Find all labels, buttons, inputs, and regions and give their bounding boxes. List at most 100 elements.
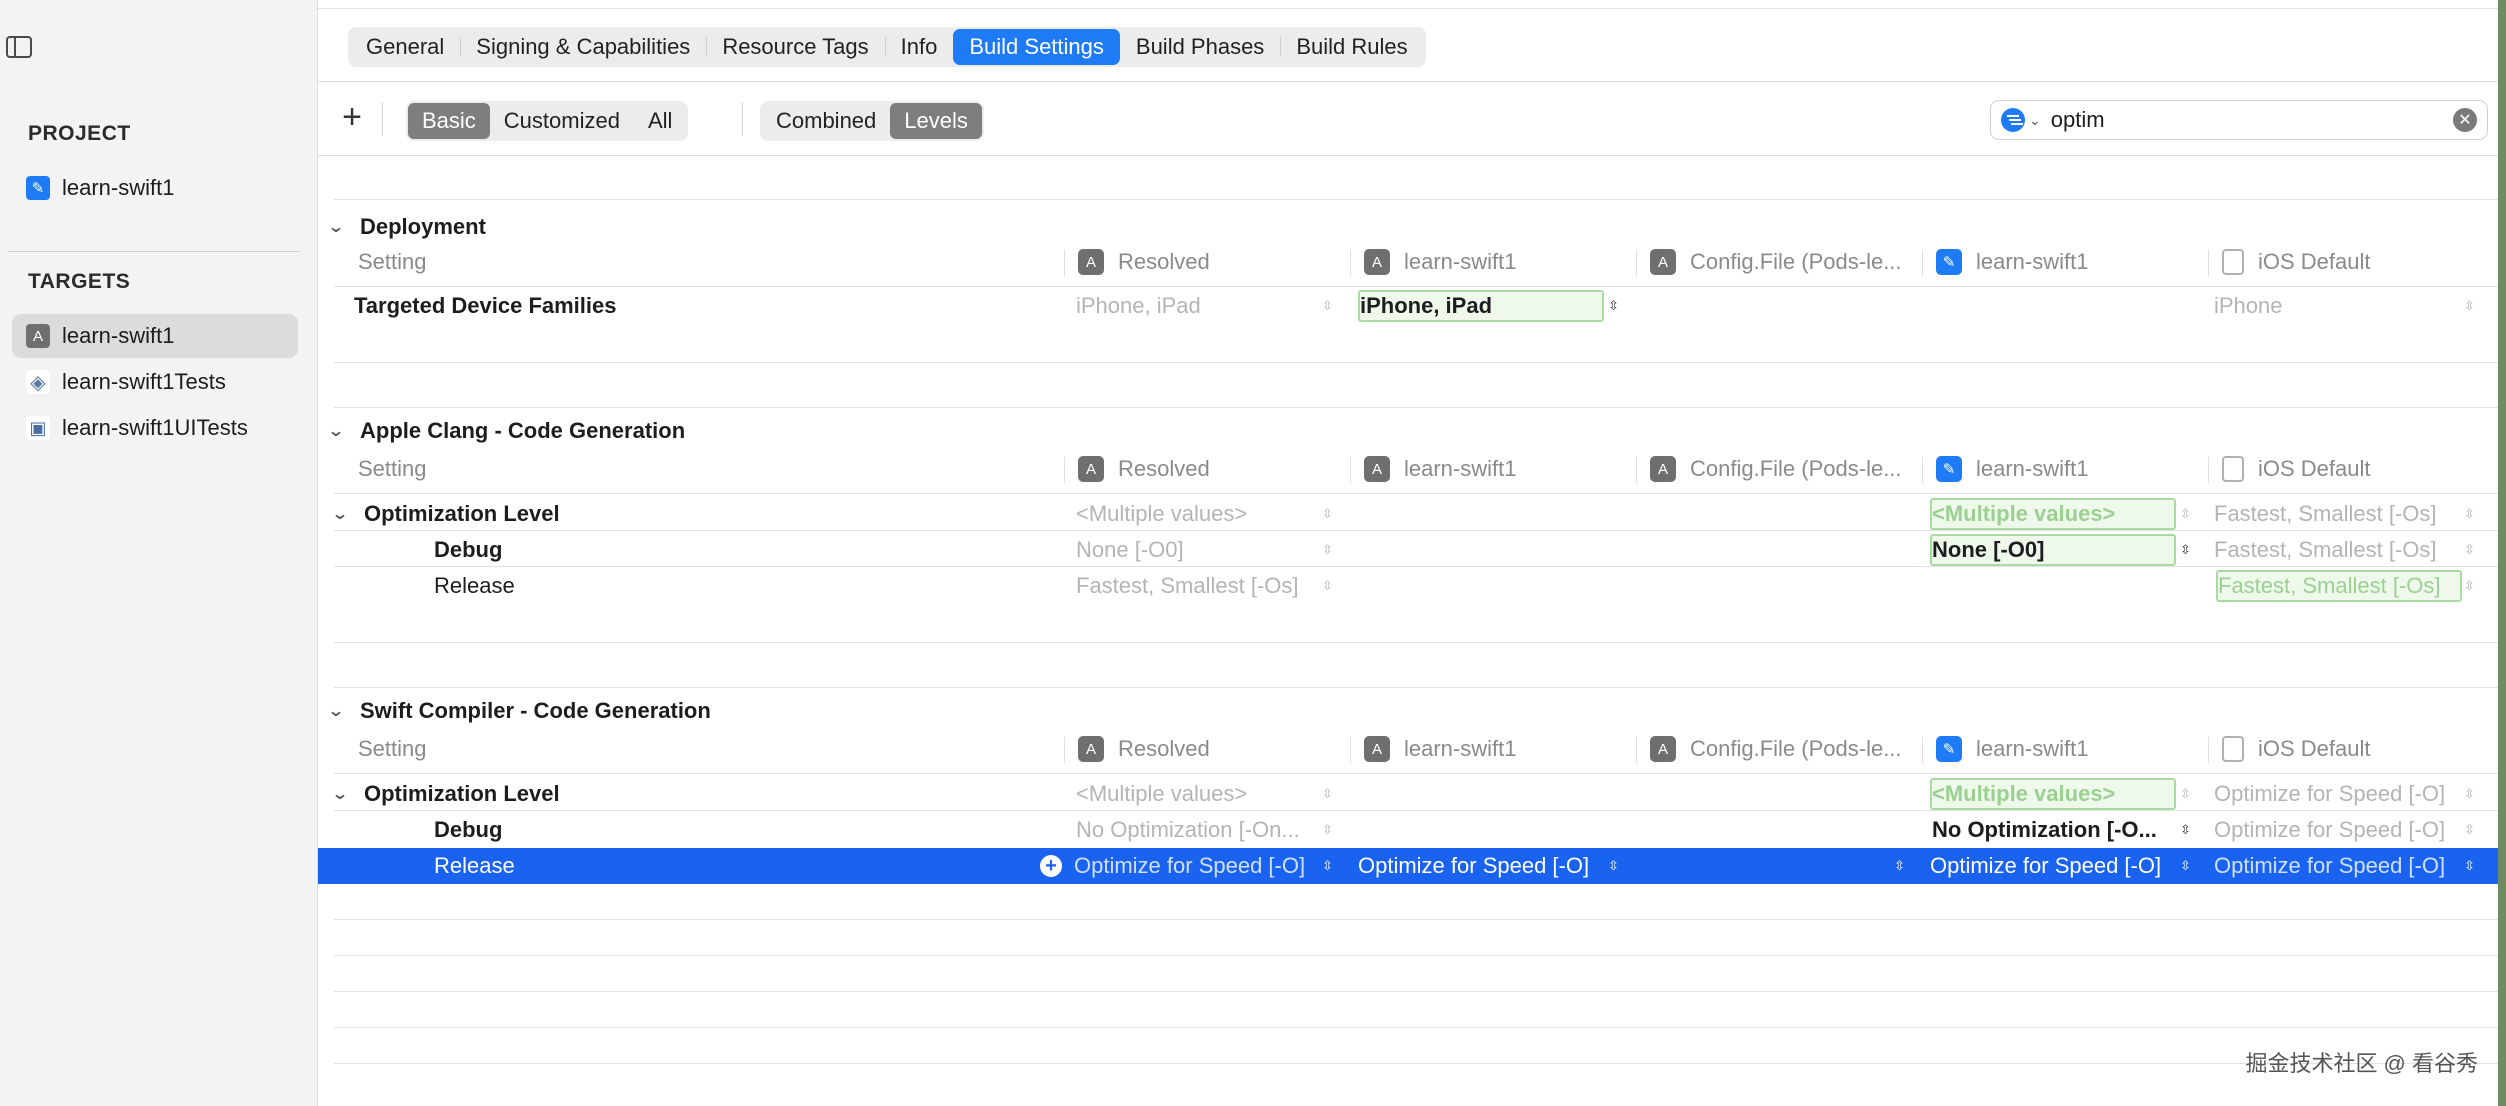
project-icon: ✎ [1936, 249, 1962, 275]
stepper-icon[interactable]: ⇳ [2180, 812, 2191, 848]
filter-all-button[interactable]: All [634, 103, 686, 139]
project-value[interactable]: Optimize for Speed [-O] [1930, 848, 2161, 884]
stepper-icon: ⇳ [1322, 858, 1333, 873]
tab-build-rules[interactable]: Build Rules [1280, 29, 1423, 65]
sidebar-item-label: learn-swift1Tests [62, 369, 226, 394]
column-ios-default: iOS Default [2222, 244, 2371, 280]
default-value: Fastest, Smallest [-Os] [2214, 501, 2437, 526]
divider [334, 286, 2498, 287]
divider [334, 642, 2498, 643]
stepper-icon[interactable]: ⇳ [2180, 496, 2191, 532]
setting-name: ⌄ Optimization Level [334, 496, 560, 532]
chevron-down-icon[interactable]: ⌄ [334, 504, 355, 524]
add-setting-button[interactable]: + [336, 100, 368, 134]
sidebar-item-target-uitests[interactable]: ▣ learn-swift1UITests [12, 406, 298, 450]
column-header-row: Setting A Resolved Alearn-swift1 A Config.… [334, 451, 2498, 487]
tab-resource-tags[interactable]: Resource Tags [706, 29, 884, 65]
project-icon: ✎ [1936, 736, 1962, 762]
chevron-down-icon: ⌄ [327, 423, 345, 440]
setting-row-clang-debug[interactable]: Debug None [-O0] ⇳ None [-O0] ⇳ Fastest,… [334, 532, 2498, 568]
tab-general[interactable]: General [350, 29, 460, 65]
sidebar-item-target-tests[interactable]: ◈ learn-swift1Tests [12, 360, 298, 404]
section-title: Deployment [360, 214, 486, 239]
config-file-icon: A [1650, 249, 1676, 275]
filter-icon[interactable] [2001, 108, 2025, 132]
project-value-field[interactable]: <Multiple values> [1930, 498, 2176, 530]
stepper-icon[interactable]: ⇳ [1608, 848, 1619, 884]
setting-label: Optimization Level [364, 781, 560, 806]
column-target: Alearn-swift1 [1364, 244, 1516, 280]
app-target-icon: A [1364, 456, 1390, 482]
tab-build-settings[interactable]: Build Settings [953, 29, 1120, 65]
sidebar-item-project[interactable]: ✎ learn-swift1 [12, 166, 298, 210]
sidebar-item-label: learn-swift1UITests [62, 415, 248, 440]
setting-name: Debug [434, 537, 503, 562]
target-value-field[interactable]: iPhone, iPad [1358, 290, 1604, 322]
chevron-down-icon[interactable]: ⌄ [334, 784, 355, 804]
column-setting: Setting [358, 736, 427, 761]
setting-name: Release [434, 573, 515, 598]
default-value: Optimize for Speed [-O] [2214, 781, 2446, 806]
setting-row-clang-optimization-level[interactable]: ⌄Optimization Level <Multiple values> ⇳ … [334, 496, 2498, 532]
chevron-down-icon: ⌄ [327, 703, 345, 720]
column-label: iOS Default [2258, 736, 2371, 761]
stepper-icon[interactable]: ⇳ [2180, 532, 2191, 568]
section-header-swift-compiler[interactable]: ⌄ Swift Compiler - Code Generation [327, 693, 711, 729]
sidebar-item-target-app[interactable]: A learn-swift1 [12, 314, 298, 358]
sidebar-toggle-icon[interactable] [6, 36, 32, 58]
stepper-icon[interactable]: ⇳ [1608, 288, 1619, 324]
tab-signing-capabilities[interactable]: Signing & Capabilities [460, 29, 706, 65]
project-icon: ✎ [1936, 456, 1962, 482]
setting-row-swift-optimization-level[interactable]: ⌄Optimization Level <Multiple values> ⇳ … [334, 776, 2498, 812]
divider [1064, 457, 1065, 483]
stepper-icon: ⇳ [1322, 298, 1333, 313]
resolved-value: <Multiple values> [1076, 501, 1248, 526]
divider [334, 1063, 2498, 1064]
project-heading: PROJECT [28, 122, 131, 145]
stepper-icon: ⇳ [2464, 506, 2475, 521]
search-field[interactable]: ⌄ optim ✕ [1990, 100, 2488, 140]
window-edge [2498, 0, 2506, 1106]
divider [1922, 457, 1923, 483]
divider [1064, 250, 1065, 276]
setting-name: Debug [434, 817, 503, 842]
app-target-icon: A [26, 324, 50, 348]
search-input[interactable]: optim [2051, 107, 2453, 133]
section-title: Swift Compiler - Code Generation [360, 698, 711, 723]
sidebar-item-label: learn-swift1 [62, 175, 175, 200]
section-header-apple-clang[interactable]: ⌄ Apple Clang - Code Generation [327, 413, 685, 449]
watermark-text: 掘金技术社区 @ 看谷秀 [2245, 1051, 2478, 1076]
setting-row-targeted-device-families[interactable]: Targeted Device Families iPhone, iPad ⇳ … [334, 288, 2498, 324]
column-label: learn-swift1 [1976, 249, 2089, 274]
column-label: learn-swift1 [1404, 249, 1517, 274]
setting-name: ⌄ Optimization Level [334, 776, 560, 812]
app-target-icon: A [1078, 456, 1104, 482]
view-combined-button[interactable]: Combined [762, 103, 890, 139]
column-config-file: A Config.File (Pods-le... [1650, 451, 1920, 487]
targets-heading: TARGETS [28, 270, 131, 293]
section-header-deployment[interactable]: ⌄ Deployment [327, 209, 486, 245]
view-levels-button[interactable]: Levels [890, 103, 982, 139]
add-condition-icon[interactable]: + [1040, 855, 1062, 877]
project-value-field[interactable]: None [-O0] [1930, 534, 2176, 566]
project-value-field[interactable]: <Multiple values> [1930, 778, 2176, 810]
stepper-icon[interactable]: ⇳ [2180, 776, 2191, 812]
default-value-field[interactable]: Fastest, Smallest [-Os] [2216, 570, 2462, 602]
clear-search-icon[interactable]: ✕ [2453, 108, 2477, 132]
tab-build-phases[interactable]: Build Phases [1120, 29, 1280, 65]
filter-customized-button[interactable]: Customized [490, 103, 634, 139]
stepper-icon[interactable]: ⇳ [1894, 848, 1905, 884]
divider [1064, 737, 1065, 763]
filter-basic-button[interactable]: Basic [408, 103, 490, 139]
column-label: Resolved [1118, 249, 1210, 274]
setting-row-clang-release[interactable]: Release Fastest, Smallest [-Os] ⇳ Fastes… [334, 568, 2498, 604]
filter-segmented-control: Basic Customized All [406, 101, 689, 141]
stepper-icon[interactable]: ⇳ [2180, 848, 2191, 884]
divider [334, 493, 2498, 494]
setting-row-swift-debug[interactable]: Debug No Optimization [-On... ⇳ No Optim… [334, 812, 2498, 848]
target-value[interactable]: Optimize for Speed [-O] [1358, 848, 1589, 884]
ui-test-icon: ▣ [26, 416, 50, 440]
tab-info[interactable]: Info [884, 29, 954, 65]
setting-row-swift-release-selected[interactable]: Release + Optimize for Speed [-O] ⇳ Opti… [318, 848, 2506, 884]
project-value[interactable]: No Optimization [-O... [1932, 812, 2176, 848]
